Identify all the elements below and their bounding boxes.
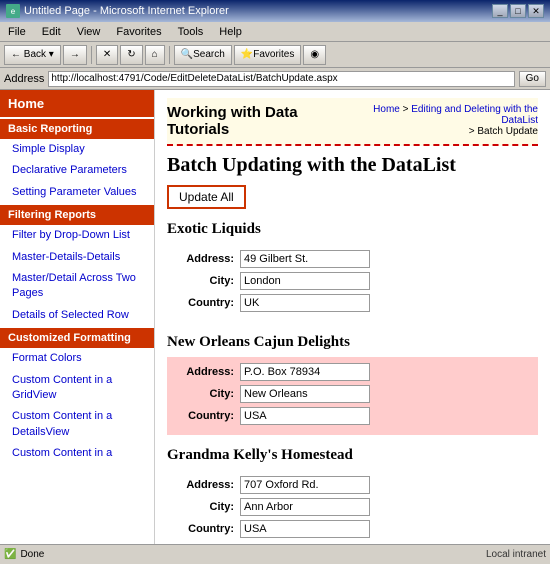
company-name-0: Exotic Liquids bbox=[167, 221, 538, 238]
toolbar-sep-1 bbox=[91, 46, 92, 64]
page-header-top: Working with Data Tutorials Home > Editi… bbox=[167, 98, 538, 146]
address-label-2: Address: bbox=[175, 479, 240, 491]
refresh-button[interactable]: ↻ bbox=[120, 45, 142, 65]
stop-button[interactable]: ✕ bbox=[96, 45, 118, 65]
toolbar-sep-2 bbox=[169, 46, 170, 64]
page-title: Batch Updating with the DataList bbox=[167, 154, 538, 177]
country-label-0: Country: bbox=[175, 297, 240, 309]
status-right: Local intranet bbox=[486, 549, 546, 560]
city-row-1: City: bbox=[175, 385, 530, 403]
country-input-1[interactable] bbox=[240, 407, 370, 425]
company-section-2: Grandma Kelly's Homestead Address: City:… bbox=[167, 447, 538, 544]
address-row-2: Address: bbox=[175, 476, 530, 494]
country-row-1: Country: bbox=[175, 407, 530, 425]
page-wrapper: Home Basic Reporting Simple Display Decl… bbox=[0, 90, 550, 544]
status-bar: ✅ Done Local intranet bbox=[0, 544, 550, 564]
sidebar-section-basic-reporting: Basic Reporting bbox=[0, 119, 154, 139]
status-left: ✅ Done bbox=[4, 549, 44, 560]
menu-bar: File Edit View Favorites Tools Help bbox=[0, 22, 550, 42]
status-text: Done bbox=[20, 549, 44, 560]
address-row-0: Address: bbox=[175, 250, 530, 268]
breadcrumb-parent[interactable]: Editing and Deleting with the DataList bbox=[411, 104, 538, 126]
media-button[interactable]: ◉ bbox=[303, 45, 326, 65]
menu-view[interactable]: View bbox=[73, 25, 105, 39]
company-name-1: New Orleans Cajun Delights bbox=[167, 334, 538, 351]
back-button[interactable]: ← Back ▾ bbox=[4, 45, 61, 65]
menu-favorites[interactable]: Favorites bbox=[112, 25, 165, 39]
sidebar-item-master-details[interactable]: Master-Details-Details bbox=[0, 247, 154, 268]
address-label-0: Address: bbox=[175, 253, 240, 265]
breadcrumb-home[interactable]: Home bbox=[373, 104, 400, 115]
sidebar-home[interactable]: Home bbox=[0, 90, 154, 117]
city-input-2[interactable] bbox=[240, 498, 370, 516]
country-label-2: Country: bbox=[175, 523, 240, 535]
city-row-0: City: bbox=[175, 272, 530, 290]
address-input-0[interactable] bbox=[240, 250, 370, 268]
country-row-2: Country: bbox=[175, 520, 530, 538]
address-label: Address bbox=[4, 73, 44, 85]
sidebar-item-declarative-parameters[interactable]: Declarative Parameters bbox=[0, 160, 154, 181]
forward-button[interactable]: → bbox=[63, 45, 87, 65]
address-input-2[interactable] bbox=[240, 476, 370, 494]
company-name-2: Grandma Kelly's Homestead bbox=[167, 447, 538, 464]
sidebar-item-setting-parameter-values[interactable]: Setting Parameter Values bbox=[0, 182, 154, 203]
sidebar-item-format-colors[interactable]: Format Colors bbox=[0, 348, 154, 369]
breadcrumb: Home > Editing and Deleting with the Dat… bbox=[349, 104, 538, 137]
company-section-1: New Orleans Cajun Delights Address: City… bbox=[167, 334, 538, 435]
minimize-button[interactable]: _ bbox=[492, 4, 508, 18]
sidebar-item-simple-display[interactable]: Simple Display bbox=[0, 139, 154, 160]
update-all-button[interactable]: Update All bbox=[167, 185, 246, 209]
maximize-button[interactable]: □ bbox=[510, 4, 526, 18]
window-controls[interactable]: _ □ ✕ bbox=[492, 4, 544, 18]
city-label-1: City: bbox=[175, 388, 240, 400]
sidebar-item-master-detail-two-pages[interactable]: Master/Detail Across Two Pages bbox=[0, 268, 154, 305]
sidebar-item-filter-dropdown[interactable]: Filter by Drop-Down List bbox=[0, 225, 154, 246]
sidebar-item-details-selected-row[interactable]: Details of Selected Row bbox=[0, 305, 154, 326]
site-title: Working with Data Tutorials bbox=[167, 104, 349, 138]
address-bar: Address Go bbox=[0, 68, 550, 90]
country-row-0: Country: bbox=[175, 294, 530, 312]
main-content: Working with Data Tutorials Home > Editi… bbox=[155, 90, 550, 544]
address-row-1: Address: bbox=[175, 363, 530, 381]
window-title: Untitled Page - Microsoft Internet Explo… bbox=[24, 5, 229, 17]
search-button[interactable]: 🔍 Search bbox=[174, 45, 232, 65]
menu-tools[interactable]: Tools bbox=[174, 25, 208, 39]
sidebar-item-custom-content-detailsview[interactable]: Custom Content in a DetailsView bbox=[0, 406, 154, 443]
home-button[interactable]: ⌂ bbox=[145, 45, 165, 65]
country-input-2[interactable] bbox=[240, 520, 370, 538]
menu-file[interactable]: File bbox=[4, 25, 30, 39]
company-form-0: Address: City: Country: bbox=[167, 244, 538, 322]
company-section-0: Exotic Liquids Address: City: Country: bbox=[167, 221, 538, 322]
menu-edit[interactable]: Edit bbox=[38, 25, 65, 39]
city-input-1[interactable] bbox=[240, 385, 370, 403]
toolbar: ← Back ▾ → ✕ ↻ ⌂ 🔍 Search ⭐ Favorites ◉ bbox=[0, 42, 550, 68]
company-form-1: Address: City: Country: bbox=[167, 357, 538, 435]
sidebar-section-filtering-reports: Filtering Reports bbox=[0, 205, 154, 225]
city-input-0[interactable] bbox=[240, 272, 370, 290]
title-bar: e Untitled Page - Microsoft Internet Exp… bbox=[0, 0, 550, 22]
company-form-2: Address: City: Country: bbox=[167, 470, 538, 544]
sidebar-item-custom-content-gridview[interactable]: Custom Content in a GridView bbox=[0, 370, 154, 407]
sidebar-item-custom-content-other[interactable]: Custom Content in a bbox=[0, 443, 154, 464]
app-icon: e bbox=[6, 4, 20, 18]
favorites-button[interactable]: ⭐ Favorites bbox=[234, 45, 302, 65]
country-input-0[interactable] bbox=[240, 294, 370, 312]
city-label-0: City: bbox=[175, 275, 240, 287]
sidebar: Home Basic Reporting Simple Display Decl… bbox=[0, 90, 155, 544]
address-input-1[interactable] bbox=[240, 363, 370, 381]
go-button[interactable]: Go bbox=[519, 71, 546, 87]
city-row-2: City: bbox=[175, 498, 530, 516]
country-label-1: Country: bbox=[175, 410, 240, 422]
close-button[interactable]: ✕ bbox=[528, 4, 544, 18]
sidebar-section-customized-formatting: Customized Formatting bbox=[0, 328, 154, 348]
menu-help[interactable]: Help bbox=[215, 25, 246, 39]
address-input[interactable] bbox=[48, 71, 514, 87]
address-label-1: Address: bbox=[175, 366, 240, 378]
city-label-2: City: bbox=[175, 501, 240, 513]
status-icon: ✅ bbox=[4, 549, 16, 560]
breadcrumb-current: Batch Update bbox=[477, 126, 538, 137]
